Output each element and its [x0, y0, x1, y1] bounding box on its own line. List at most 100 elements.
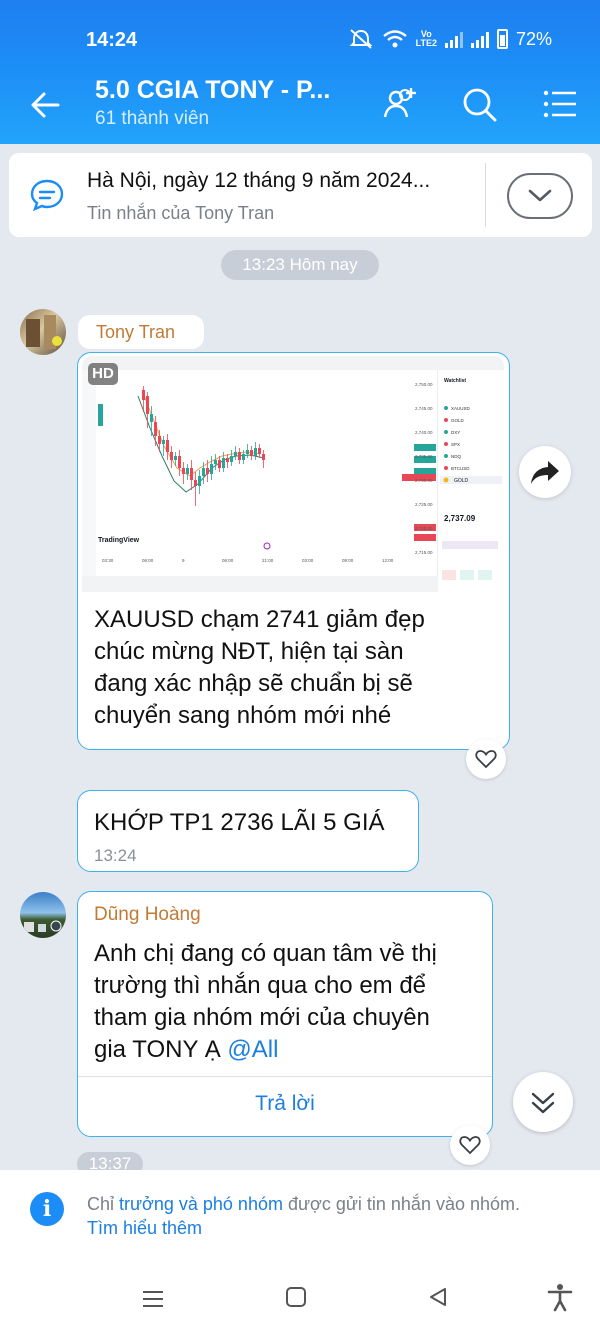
- candle-body: [198, 476, 201, 486]
- candle-body: [242, 454, 245, 460]
- mention-all[interactable]: @All: [227, 1036, 278, 1063]
- avatar-tony-tran[interactable]: [20, 309, 66, 355]
- price-tick-label: 2,735.00: [415, 454, 433, 459]
- avatar-dung-hoang[interactable]: [20, 892, 66, 938]
- candle-body: [158, 436, 161, 444]
- watchlist-dot: [444, 466, 448, 470]
- candle-body: [246, 450, 249, 454]
- back-arrow-icon[interactable]: [28, 88, 68, 122]
- watchlist-dot: [444, 442, 448, 446]
- react-heart-button[interactable]: [450, 1125, 490, 1165]
- candle-body: [230, 456, 233, 462]
- candle-body: [262, 454, 265, 460]
- time-divider: 13:23 Hôm nay: [221, 250, 379, 280]
- group-title[interactable]: 5.0 CGIA TONY - P...: [95, 76, 330, 105]
- price-tick-label: 2,730.00: [415, 478, 433, 483]
- candle-body: [194, 480, 197, 486]
- back-icon[interactable]: [426, 1285, 450, 1309]
- scroll-to-bottom-button[interactable]: [513, 1072, 573, 1132]
- candle-body: [150, 414, 153, 422]
- time-tick-label: 21:00: [262, 558, 274, 563]
- recent-apps-icon[interactable]: [140, 1286, 166, 1312]
- chat-bubble-icon: [30, 179, 64, 212]
- candle-body: [210, 464, 213, 474]
- candle-body: [222, 458, 225, 468]
- message-text: Anh chị đang có quan tâm về thị trường t…: [94, 940, 437, 1063]
- app-header: 14:24 Vo LTE2 72% 5.0 CGIA TONY - P... 61…: [0, 0, 600, 144]
- candle-body: [142, 390, 145, 400]
- candle-body: [258, 448, 261, 454]
- price-tick-label: 2,750.00: [415, 382, 433, 387]
- time-tick-label: 09:00: [342, 558, 354, 563]
- candle-body: [178, 456, 181, 468]
- wifi-icon: [382, 30, 407, 48]
- panel-price: 2,737.09: [444, 514, 476, 523]
- hd-badge: HD: [88, 363, 118, 385]
- price-tick-label: 2,745.00: [415, 406, 433, 411]
- home-icon[interactable]: [284, 1285, 308, 1309]
- candle-body: [190, 468, 193, 480]
- candle-body: [170, 452, 173, 460]
- candle-body: [218, 460, 221, 468]
- candle-body: [226, 458, 229, 462]
- expand-pinned-button[interactable]: [507, 173, 573, 219]
- candle-body: [254, 448, 257, 456]
- candle-body: [206, 468, 209, 474]
- sender-name: Tony Tran: [78, 315, 204, 349]
- time-tick-label: 9: [182, 558, 185, 563]
- candle-body: [162, 440, 165, 444]
- footer: i Chỉ trưởng và phó nhóm được gửi tin nh…: [0, 1170, 600, 1333]
- admins-link[interactable]: trưởng và phó nhóm: [119, 1194, 283, 1214]
- message-bubble[interactable]: Dũng Hoàng Anh chị đang có quan tâm về t…: [77, 891, 493, 1137]
- learn-more-link[interactable]: Tìm hiểu thêm: [87, 1218, 202, 1238]
- message-time: 13:24: [94, 846, 137, 865]
- candle-body: [202, 468, 205, 476]
- tradingview-logo: TradingView: [98, 537, 140, 544]
- candle-body: [250, 450, 253, 456]
- candle-body: [182, 468, 185, 474]
- double-chevron-down-icon: [531, 1092, 555, 1114]
- message-text: XAUUSD chạm 2741 giảm đẹp chúc mừng NĐT,…: [94, 606, 425, 729]
- divider: [485, 163, 486, 227]
- signal-1-icon: [444, 30, 463, 48]
- status-time: 14:24: [86, 29, 138, 51]
- pinned-subtitle: Tin nhắn của Tony Tran: [87, 203, 275, 223]
- time-tick-label: 06:00: [222, 558, 234, 563]
- watchlist-row: DXY: [451, 430, 460, 435]
- signal-2-icon: [470, 30, 489, 48]
- message-text: KHỚP TP1 2736 LÃI 5 GIÁ: [94, 809, 385, 836]
- watchlist-dot: [444, 418, 448, 422]
- message-bubble[interactable]: KHỚP TP1 2736 LÃI 5 GIÁ 13:24: [77, 790, 419, 872]
- battery-icon: [496, 29, 508, 49]
- member-count[interactable]: 61 thành viên: [95, 108, 209, 130]
- watchlist-row: GOLD: [451, 418, 465, 423]
- avatar-image: [26, 315, 62, 349]
- heart-icon: [459, 1136, 481, 1155]
- system-nav-bar: [0, 1270, 600, 1333]
- avatar-image: [24, 920, 62, 932]
- time-tick-label: 12:00: [382, 558, 394, 563]
- candle-body: [214, 460, 217, 464]
- share-button[interactable]: [519, 446, 571, 498]
- pinned-message[interactable]: Hà Nội, ngày 12 tháng 9 năm 2024... Tin …: [9, 153, 592, 237]
- time-tick-label: 03:30: [102, 558, 114, 563]
- chart-screenshot-image[interactable]: 2,750.00 2,745.00 2,740.00 2,735.00 2,730.00…: [82, 356, 504, 592]
- watchlist-row: XAUUSD: [451, 406, 471, 411]
- time-tick-label: 03:00: [302, 558, 314, 563]
- add-member-icon[interactable]: [380, 84, 420, 124]
- watchlist-dot: [444, 406, 448, 410]
- chevron-down-icon: [528, 189, 552, 202]
- candle-body: [238, 452, 241, 460]
- mute-icon: [349, 29, 373, 49]
- candle-body: [234, 452, 237, 456]
- menu-icon[interactable]: [540, 84, 580, 124]
- react-heart-button[interactable]: [466, 739, 506, 779]
- search-icon[interactable]: [459, 84, 499, 124]
- candle-body: [154, 422, 157, 436]
- candle-body: [174, 456, 177, 460]
- sender-name: Dũng Hoàng: [94, 904, 201, 925]
- watchlist-row: BTCUSD: [451, 466, 470, 471]
- reply-button[interactable]: Trả lời: [78, 1092, 492, 1116]
- accessibility-icon[interactable]: [546, 1282, 574, 1312]
- price-tick-label: 2,720.00: [415, 526, 433, 531]
